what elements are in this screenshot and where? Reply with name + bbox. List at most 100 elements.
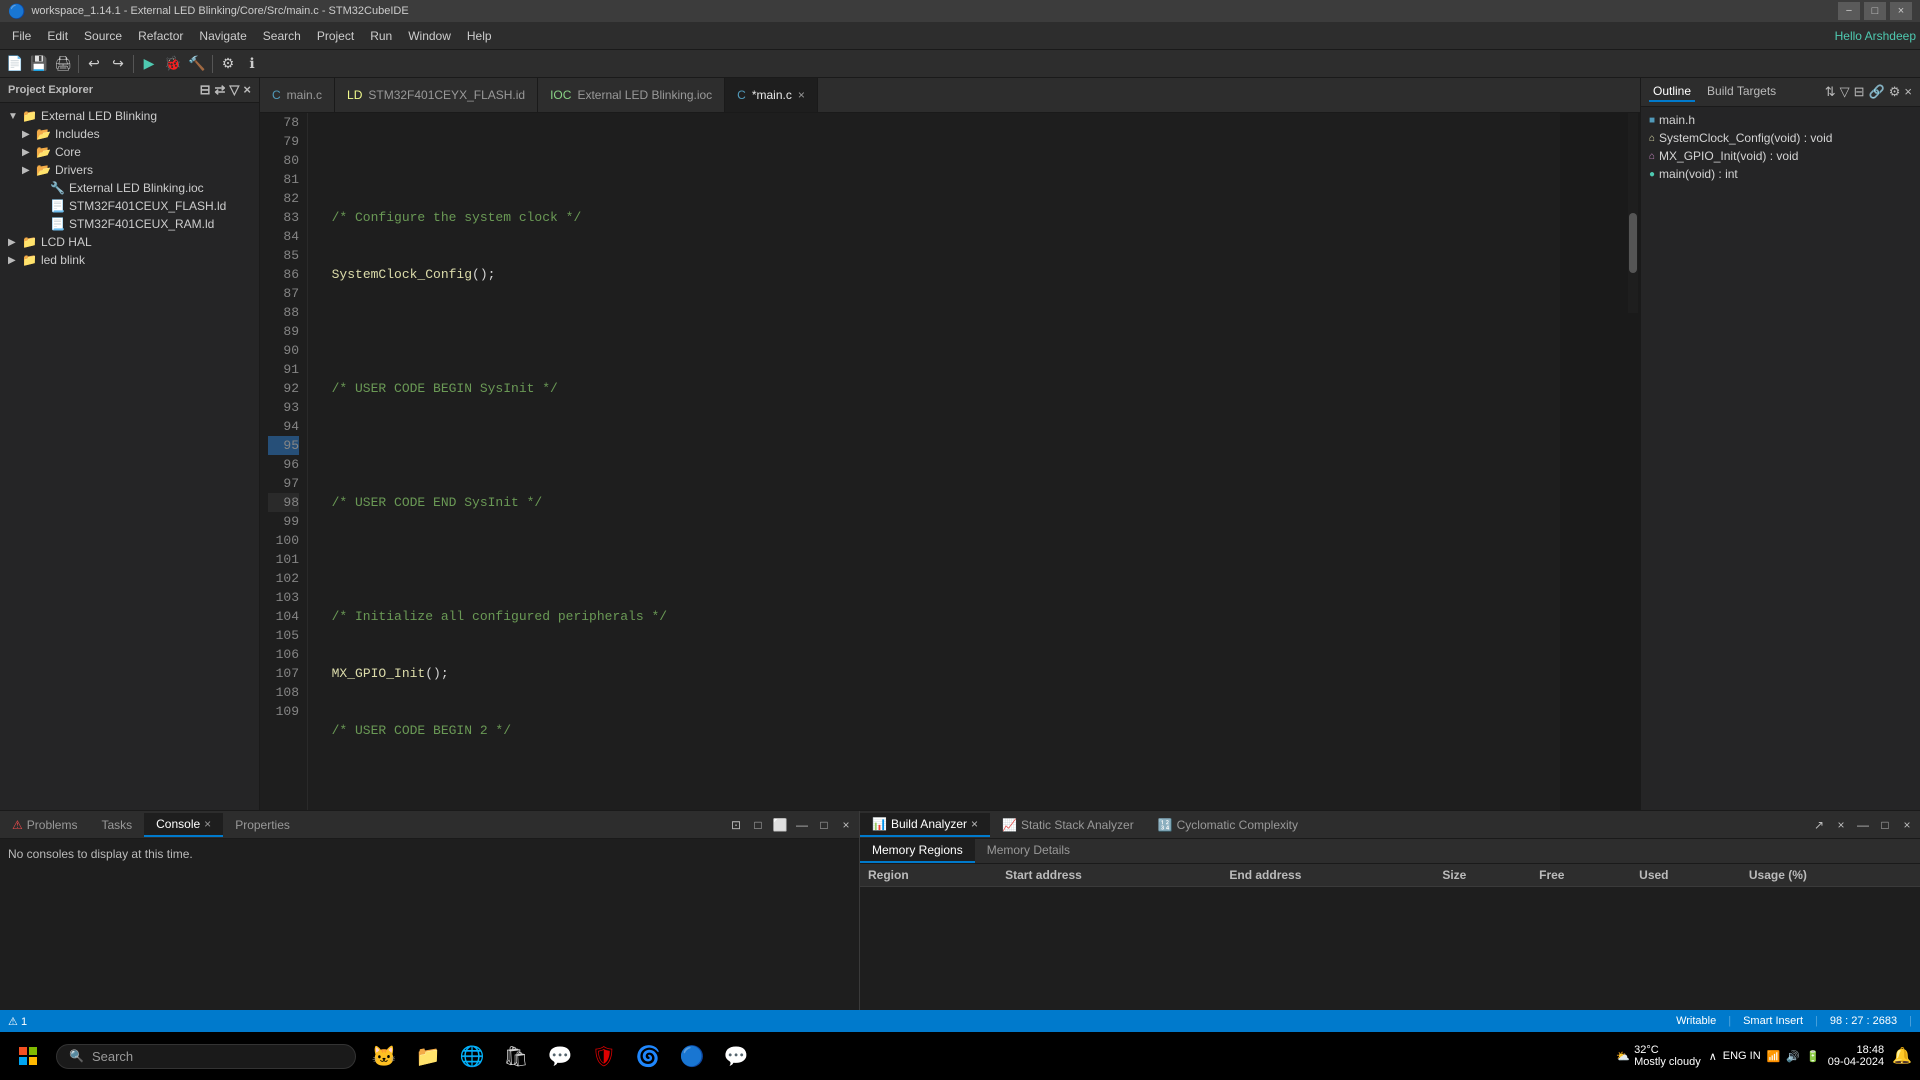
bottom-tab-properties[interactable]: Properties: [223, 814, 302, 836]
bottom-icon-1[interactable]: ⊡: [727, 816, 745, 834]
tree-item-includes[interactable]: ▶ 📂 Includes: [0, 125, 259, 143]
sidebar-sync-icon[interactable]: ⇄: [215, 82, 226, 98]
taskbar-app-av[interactable]: 🛡: [584, 1036, 624, 1076]
build-icon-1[interactable]: ↗: [1810, 816, 1828, 834]
status-position[interactable]: 98 : 27 : 2683: [1830, 1015, 1897, 1027]
volume-icon[interactable]: 🔊: [1786, 1050, 1800, 1063]
battery-icon[interactable]: 🔋: [1806, 1050, 1820, 1063]
taskbar-app-teams[interactable]: 💬: [540, 1036, 580, 1076]
tree-item-lcd-hal[interactable]: ▶ 📁 LCD HAL: [0, 233, 259, 251]
menu-window[interactable]: Window: [400, 25, 459, 47]
memory-regions-tab[interactable]: Memory Regions: [860, 839, 975, 863]
toolbar-redo[interactable]: ↪: [107, 53, 129, 75]
chevron-up-icon[interactable]: ∧: [1709, 1050, 1717, 1063]
tree-item-project[interactable]: ▼ 📁 External LED Blinking: [0, 107, 259, 125]
outline-item-main[interactable]: ● main(void) : int: [1645, 165, 1916, 183]
outline-tab[interactable]: Outline: [1649, 82, 1695, 102]
toolbar-debug[interactable]: 🐞: [162, 53, 184, 75]
menu-refactor[interactable]: Refactor: [130, 25, 191, 47]
wifi-icon[interactable]: 📶: [1767, 1050, 1781, 1063]
menu-source[interactable]: Source: [76, 25, 130, 47]
static-stack-tab[interactable]: 📈 Static Stack Analyzer: [990, 814, 1146, 836]
weather-widget[interactable]: ⛅ 32°C Mostly cloudy: [1616, 1044, 1700, 1068]
tree-item-led-blink[interactable]: ▶ 📁 led blink: [0, 251, 259, 269]
lang-icon[interactable]: ENG IN: [1723, 1050, 1761, 1062]
bottom-icon-3[interactable]: ⬜: [771, 816, 789, 834]
build-analyzer-tab[interactable]: 📊 Build Analyzer ×: [860, 813, 990, 837]
code-content[interactable]: /* Configure the system clock */ SystemC…: [308, 113, 1560, 810]
tree-item-ram-ld[interactable]: 📃 STM32F401CEUX_RAM.ld: [0, 215, 259, 233]
tab-close-button[interactable]: ×: [798, 88, 805, 102]
memory-details-tab[interactable]: Memory Details: [975, 839, 1082, 863]
taskbar-start-button[interactable]: [8, 1036, 48, 1076]
toolbar-save[interactable]: 💾: [28, 53, 50, 75]
outline-filter-icon[interactable]: ▽: [1840, 84, 1850, 100]
menu-navigate[interactable]: Navigate: [191, 25, 254, 47]
status-errors[interactable]: ⚠ 1: [8, 1015, 27, 1028]
toolbar-info[interactable]: ℹ: [241, 53, 263, 75]
tab-main-c[interactable]: C main.c: [260, 78, 335, 112]
build-targets-tab[interactable]: Build Targets: [1703, 82, 1780, 102]
taskbar-app-ide[interactable]: 🔵: [672, 1036, 712, 1076]
status-insert-mode[interactable]: Smart Insert: [1743, 1015, 1803, 1027]
console-close-icon[interactable]: ×: [204, 817, 211, 831]
tab-main-c-dirty[interactable]: C *main.c ×: [725, 78, 818, 112]
toolbar-build[interactable]: 🔨: [186, 53, 208, 75]
outline-settings-icon[interactable]: ⚙: [1889, 84, 1901, 100]
toolbar-new[interactable]: 📄: [4, 53, 26, 75]
tree-item-core[interactable]: ▶ 📂 Core: [0, 143, 259, 161]
toolbar-print[interactable]: 🖨: [52, 53, 74, 75]
menu-project[interactable]: Project: [309, 25, 362, 47]
outline-link-icon[interactable]: 🔗: [1869, 84, 1885, 100]
tree-item-ioc[interactable]: 🔧 External LED Blinking.ioc: [0, 179, 259, 197]
build-icon-maximize[interactable]: □: [1876, 816, 1894, 834]
outline-item-mxgpio[interactable]: ⌂ MX_GPIO_Init(void) : void: [1645, 147, 1916, 165]
outline-item-systemclock[interactable]: ⌂ SystemClock_Config(void) : void: [1645, 129, 1916, 147]
tab-ioc[interactable]: IOC External LED Blinking.ioc: [538, 78, 725, 112]
taskbar-search-box[interactable]: 🔍 Search: [56, 1044, 356, 1069]
menu-run[interactable]: Run: [362, 25, 400, 47]
build-icon-close[interactable]: ×: [1898, 816, 1916, 834]
bottom-tab-console[interactable]: Console ×: [144, 813, 223, 837]
bottom-icon-close[interactable]: ×: [837, 816, 855, 834]
build-icon-minimize[interactable]: —: [1854, 816, 1872, 834]
toolbar-settings[interactable]: ⚙: [217, 53, 239, 75]
maximize-button[interactable]: □: [1864, 2, 1886, 20]
outline-sort-icon[interactable]: ⇅: [1825, 84, 1836, 100]
sidebar-filter-icon[interactable]: ▽: [229, 82, 239, 98]
outline-close-icon[interactable]: ×: [1904, 84, 1912, 100]
outline-collapse-icon[interactable]: ⊟: [1854, 84, 1865, 100]
taskbar-app-files[interactable]: 📁: [408, 1036, 448, 1076]
taskbar-app-chrome[interactable]: 🌀: [628, 1036, 668, 1076]
notification-icon[interactable]: 🔔: [1892, 1046, 1912, 1066]
tree-item-drivers[interactable]: ▶ 📂 Drivers: [0, 161, 259, 179]
tab-flash-ld[interactable]: LD STM32F401CEYX_FLASH.id: [335, 78, 538, 112]
build-icon-2[interactable]: ×: [1832, 816, 1850, 834]
close-button[interactable]: ×: [1890, 2, 1912, 20]
sidebar-close-icon[interactable]: ×: [243, 82, 251, 98]
code-editor[interactable]: 78 79 80 81 82 83 84 85 86 87 88 89 90 9…: [260, 113, 1640, 810]
cyclomatic-tab[interactable]: 🔢 Cyclomatic Complexity: [1146, 814, 1310, 836]
menu-search[interactable]: Search: [255, 25, 309, 47]
bottom-icon-minimize[interactable]: —: [793, 816, 811, 834]
sidebar-collapse-icon[interactable]: ⊟: [200, 82, 211, 98]
taskbar-app-widgets[interactable]: 🐱: [364, 1036, 404, 1076]
tree-item-flash-ld[interactable]: 📃 STM32F401CEUX_FLASH.ld: [0, 197, 259, 215]
taskbar-app-store[interactable]: 🛍: [496, 1036, 536, 1076]
bottom-icon-maximize[interactable]: □: [815, 816, 833, 834]
bottom-tab-problems[interactable]: ⚠ Problems: [0, 814, 89, 836]
toolbar-run[interactable]: ▶: [138, 53, 160, 75]
toolbar-undo[interactable]: ↩: [83, 53, 105, 75]
bottom-icon-2[interactable]: □: [749, 816, 767, 834]
menu-file[interactable]: File: [4, 25, 39, 47]
menu-help[interactable]: Help: [459, 25, 500, 47]
taskbar-app-edge[interactable]: 🌐: [452, 1036, 492, 1076]
bottom-tab-tasks[interactable]: Tasks: [89, 814, 144, 836]
outline-item-mainh[interactable]: ■ main.h: [1645, 111, 1916, 129]
taskbar-clock[interactable]: 18:48 09-04-2024: [1828, 1044, 1884, 1068]
minimize-button[interactable]: −: [1838, 2, 1860, 20]
build-analyzer-close[interactable]: ×: [971, 817, 978, 831]
taskbar-app-whatsapp[interactable]: 💬: [716, 1036, 756, 1076]
status-writable[interactable]: Writable: [1676, 1015, 1716, 1027]
menu-edit[interactable]: Edit: [39, 25, 76, 47]
